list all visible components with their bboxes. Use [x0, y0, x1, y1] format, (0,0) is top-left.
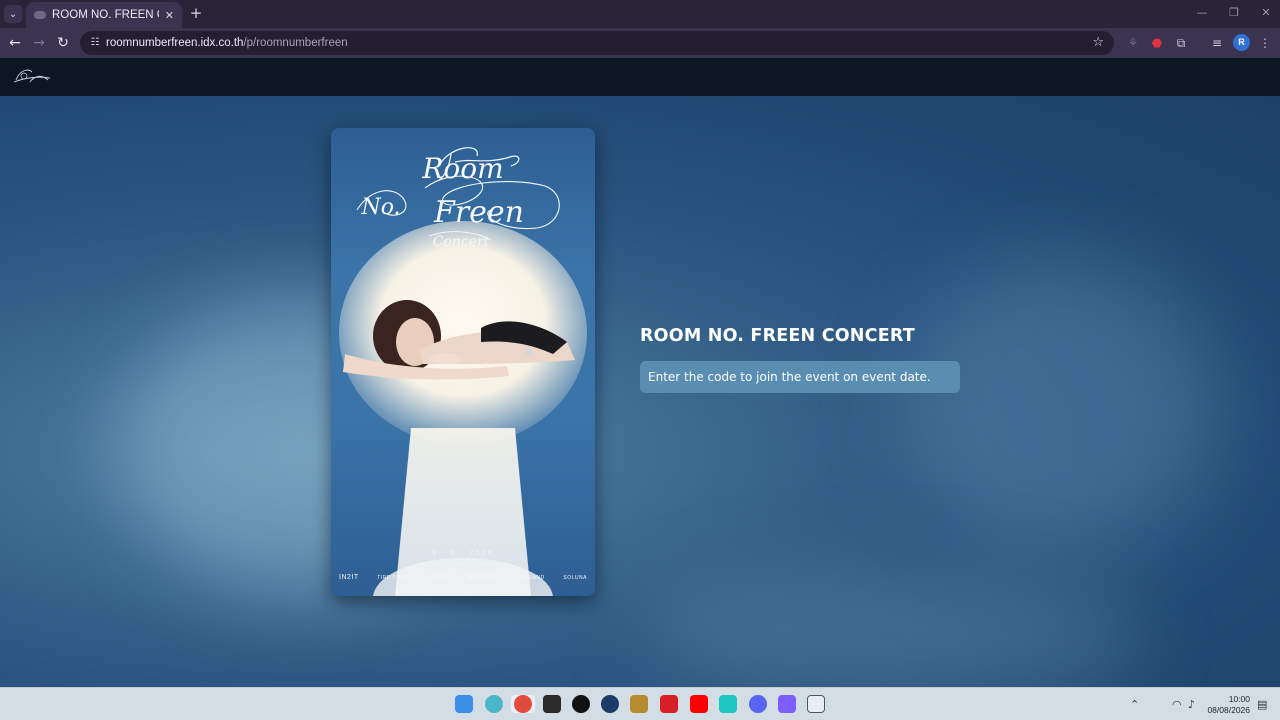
favicon-icon — [34, 11, 46, 19]
bot-icon[interactable] — [807, 695, 825, 713]
url-host: roomnumberfreen.idx.co.th — [106, 37, 244, 49]
epic-games-icon[interactable] — [543, 695, 561, 713]
clock-date: 08/08/2026 — [1207, 705, 1250, 715]
event-poster: Room No. Freen Concert 8 . 8 . 2026 THUN… — [331, 128, 595, 596]
tab-search-icon[interactable]: ⌄ — [4, 5, 22, 23]
taskbar: ⌃ ◠ ♪ 10:00 08/08/2026 ▤ — [0, 687, 1280, 720]
window-close-icon[interactable]: ✕ — [1258, 6, 1274, 19]
poster-art: Room No. Freen Concert — [339, 147, 587, 596]
poster-title-room: Room — [421, 152, 503, 185]
browser-tab-strip: ⌄ ROOM NO. FREEN CONCERT ✕ + — ❐ ✕ — [0, 0, 1280, 28]
event-page: Room No. Freen Concert 8 . 8 . 2026 THUN… — [0, 96, 1280, 687]
steam-icon[interactable] — [601, 695, 619, 713]
browser-tab-active[interactable]: ROOM NO. FREEN CONCERT ✕ — [26, 2, 182, 28]
arrow-left-icon[interactable]: ← — [6, 34, 24, 52]
sponsor-logo: IN2IT — [339, 574, 359, 581]
chrome-icon[interactable] — [514, 695, 532, 713]
wifi-icon[interactable]: ◠ — [1172, 698, 1182, 711]
site-header — [0, 58, 1280, 96]
profile-avatar[interactable]: R — [1233, 34, 1250, 51]
notification-icon[interactable]: ▤ — [1257, 698, 1267, 711]
plus-icon[interactable]: + — [188, 5, 204, 21]
close-icon[interactable]: ✕ — [165, 9, 174, 22]
sponsor-logo: SOLUNA — [563, 574, 587, 581]
windows-start-icon[interactable] — [455, 695, 473, 713]
url-path: /p/roomnumberfreen — [243, 37, 348, 49]
sponsor-logo: THAILAND — [516, 574, 545, 581]
tab-title: ROOM NO. FREEN CONCERT — [52, 9, 159, 21]
arc-icon[interactable] — [778, 695, 796, 713]
more-menu-icon[interactable]: ⋮ — [1257, 35, 1273, 51]
clock-time: 10:00 — [1228, 694, 1250, 704]
minimize-icon[interactable]: — — [1194, 6, 1210, 19]
poster-title-no: No. — [360, 195, 400, 220]
sponsor-logo: Grab — [431, 574, 450, 581]
discord-icon[interactable] — [749, 695, 767, 713]
taskbar-clock[interactable]: 10:00 08/08/2026 — [1207, 694, 1250, 716]
poster-title-freen: Freen — [433, 195, 524, 230]
chevron-up-icon[interactable]: ⌃ — [1130, 698, 1139, 711]
restore-icon[interactable]: ❐ — [1226, 6, 1242, 19]
extension-icon[interactable]: ⚘ — [1125, 35, 1141, 51]
browser-toolbar: ← → ↻ ☷ roomnumberfreen.idx.co.th/p/room… — [0, 28, 1280, 58]
league-icon[interactable] — [630, 695, 648, 713]
tiktok-live-icon[interactable] — [719, 695, 737, 713]
netflix-icon[interactable] — [660, 695, 678, 713]
site-settings-icon[interactable]: ☷ — [88, 37, 102, 49]
event-notice-banner: Enter the code to join the event on even… — [640, 361, 960, 393]
background-blur — [900, 256, 1220, 556]
sponsor-logos: IN2IT TIRE PHONE Grab ELEMIS THAILAND SO… — [339, 574, 587, 581]
screen: ⌄ ROOM NO. FREEN CONCERT ✕ + — ❐ ✕ ← → ↻… — [0, 0, 1280, 720]
volume-icon[interactable]: ♪ — [1188, 698, 1195, 711]
sponsor-logo: TIRE PHONE — [377, 574, 413, 581]
adblock-icon[interactable]: ⬣ — [1149, 35, 1165, 51]
star-icon[interactable]: ☆ — [1092, 35, 1104, 50]
event-notice-text: Enter the code to join the event on even… — [648, 370, 931, 384]
youtube-icon[interactable] — [690, 695, 708, 713]
tiktok-icon[interactable] — [572, 695, 590, 713]
poster-title-concert: Concert — [433, 234, 490, 250]
arrow-right-icon[interactable]: → — [30, 34, 48, 52]
event-title: ROOM NO. FREEN CONCERT — [640, 326, 915, 346]
reload-icon[interactable]: ↻ — [54, 34, 72, 52]
puzzle-icon[interactable]: ⧉ — [1173, 35, 1189, 51]
poster-venue: THUNDER DOME, MUANG THONG THANI — [424, 558, 502, 571]
site-logo[interactable] — [10, 64, 56, 90]
address-bar[interactable]: ☷ roomnumberfreen.idx.co.th/p/roomnumber… — [80, 31, 1114, 55]
sponsor-logo: ELEMIS — [468, 574, 498, 581]
poster-date: 8 . 8 . 2026 — [432, 548, 494, 557]
copilot-icon[interactable] — [485, 695, 503, 713]
url-text[interactable]: roomnumberfreen.idx.co.th/p/roomnumberfr… — [106, 37, 348, 49]
background-blur — [640, 566, 1140, 687]
media-control-icon[interactable]: ≡ — [1209, 35, 1225, 51]
